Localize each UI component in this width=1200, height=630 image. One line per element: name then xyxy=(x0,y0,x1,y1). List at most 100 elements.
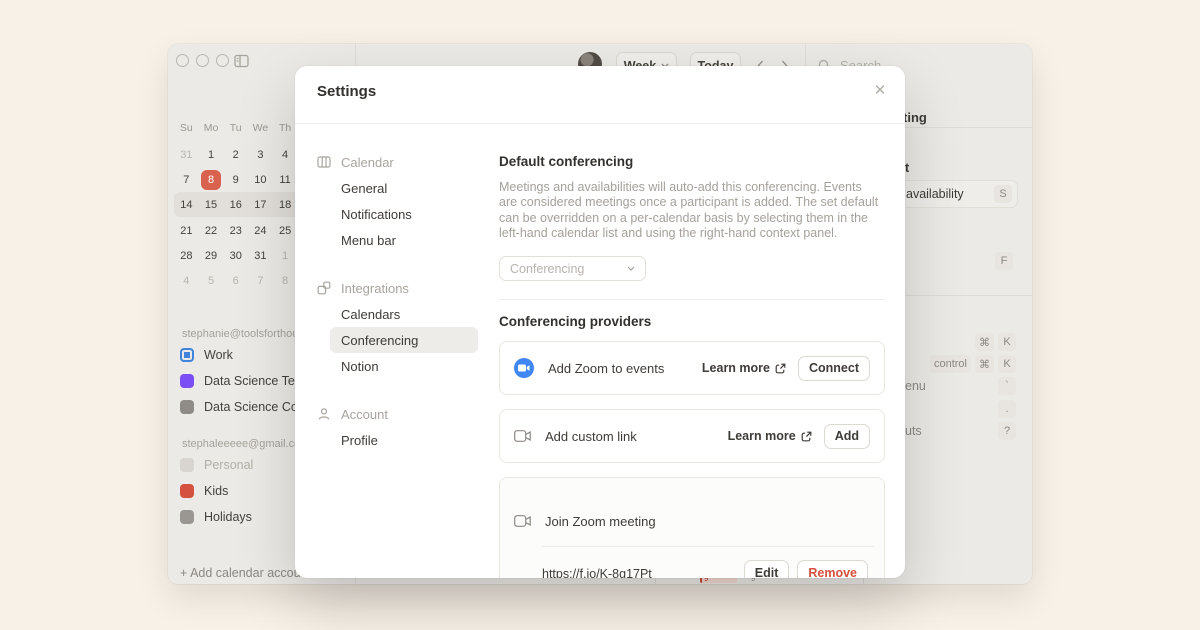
calendar-color-swatch xyxy=(180,510,194,524)
window-minimize-button[interactable] xyxy=(196,54,209,67)
learn-more-link[interactable]: Learn more xyxy=(702,361,786,375)
mini-calendar-day-header: We xyxy=(248,114,273,142)
card-divider xyxy=(542,546,874,547)
mini-calendar-date[interactable]: 3 xyxy=(248,142,273,167)
add-calendar-account-button[interactable]: + Add calendar account xyxy=(180,560,311,586)
camera-icon xyxy=(514,430,531,442)
settings-section-label: Calendar xyxy=(341,155,394,170)
settings-nav-conferencing[interactable]: Conferencing xyxy=(330,327,478,353)
mini-calendar-date[interactable]: 2 xyxy=(223,142,248,167)
mini-calendar-date[interactable]: 28 xyxy=(174,243,199,268)
settings-nav-notion[interactable]: Notion xyxy=(330,353,478,379)
custom-link-label: Join Zoom meeting xyxy=(545,514,656,529)
sidebar-toggle-icon[interactable] xyxy=(234,54,249,73)
external-link-icon xyxy=(775,363,786,374)
window-close-button[interactable] xyxy=(176,54,189,67)
calendar-name: Data Science Core xyxy=(204,400,309,414)
mini-calendar-date[interactable]: 29 xyxy=(199,243,224,268)
learn-more-label: Learn more xyxy=(702,361,770,375)
mini-calendar-date[interactable]: 22 xyxy=(199,218,224,243)
calendar-color-swatch xyxy=(180,400,194,414)
edit-button[interactable]: Edit xyxy=(744,560,790,578)
mini-calendar-date[interactable]: 23 xyxy=(223,218,248,243)
mini-calendar-date[interactable]: 5 xyxy=(199,268,224,293)
mini-calendar-date[interactable]: 4 xyxy=(174,268,199,293)
provider-label: Add Zoom to events xyxy=(548,361,664,376)
remove-button[interactable]: Remove xyxy=(797,560,868,578)
calendar-icon xyxy=(317,155,331,169)
key-badge: control xyxy=(930,355,971,373)
mini-calendar-date[interactable]: 15 xyxy=(199,193,224,218)
calendar-color-swatch xyxy=(180,484,194,498)
mini-calendar-day-header: Su xyxy=(174,114,199,142)
default-conferencing-description: Meetings and availabilities will auto-ad… xyxy=(499,180,881,241)
settings-nav-menu-bar[interactable]: Menu bar xyxy=(330,227,478,253)
mini-calendar-date[interactable]: 25 xyxy=(273,218,298,243)
mini-calendar-date[interactable]: 17 xyxy=(248,193,273,218)
mini-calendar-date[interactable]: 31 xyxy=(174,142,199,167)
conferencing-dropdown-placeholder: Conferencing xyxy=(510,262,627,276)
settings-nav-general[interactable]: General xyxy=(330,175,478,201)
mini-calendar-date[interactable]: 9 xyxy=(223,167,248,192)
f-key-badge: F xyxy=(995,252,1013,270)
learn-more-label: Learn more xyxy=(728,429,796,443)
conferencing-dropdown[interactable]: Conferencing xyxy=(499,256,646,281)
mini-calendar-date[interactable]: 11 xyxy=(273,167,298,192)
mini-calendar-grid: SuMoTuWeTh311234789101114151617182122232… xyxy=(174,114,298,294)
right-panel-heading-fragment: ting xyxy=(903,110,927,125)
settings-section-account: Account xyxy=(317,401,478,427)
key-badge: . xyxy=(998,400,1016,418)
close-icon[interactable]: ✕ xyxy=(870,80,890,100)
settings-nav-notifications[interactable]: Notifications xyxy=(330,201,478,227)
mini-calendar-day-header: Mo xyxy=(199,114,224,142)
learn-more-link[interactable]: Learn more xyxy=(728,429,812,443)
key-badge: ⌘ xyxy=(975,333,994,351)
mini-calendar-date[interactable]: 1 xyxy=(199,142,224,167)
provider-card-zoom: Add Zoom to events Learn more Connect xyxy=(499,341,885,395)
mini-calendar-date[interactable]: 18 xyxy=(273,193,298,218)
custom-link-card: Join Zoom meeting https://f.io/K-8g17Pt … xyxy=(499,477,885,578)
mini-calendar-date[interactable]: 4 xyxy=(273,142,298,167)
mini-calendar-date[interactable]: 14 xyxy=(174,193,199,218)
settings-section-label: Integrations xyxy=(341,281,409,296)
mini-calendar-date[interactable]: 6 xyxy=(223,268,248,293)
key-badge: K xyxy=(998,333,1016,351)
calendar-name: Personal xyxy=(204,458,253,472)
mini-calendar-date[interactable]: 1 xyxy=(273,243,298,268)
settings-section-integrations: Integrations xyxy=(317,275,478,301)
mini-calendar-date[interactable]: 7 xyxy=(248,268,273,293)
integrations-icon xyxy=(317,281,331,295)
calendar-color-swatch xyxy=(180,458,194,472)
custom-link-url[interactable]: https://f.io/K-8g17Pt xyxy=(542,567,652,578)
connect-button[interactable]: Connect xyxy=(798,356,870,381)
mini-calendar-date[interactable]: 31 xyxy=(248,243,273,268)
modal-header-divider xyxy=(295,123,905,124)
mini-calendar-date[interactable]: 30 xyxy=(223,243,248,268)
section-title-default-conferencing: Default conferencing xyxy=(499,154,633,169)
add-calendar-account-label: + Add calendar account xyxy=(180,566,311,580)
mini-calendar-day-header: Th xyxy=(273,114,298,142)
camera-icon xyxy=(514,515,531,527)
mini-calendar-day-header: Tu xyxy=(223,114,248,142)
window-zoom-button[interactable] xyxy=(216,54,229,67)
key-badge: ` xyxy=(998,377,1016,395)
mini-calendar-date[interactable]: 10 xyxy=(248,167,273,192)
mini-calendar-date[interactable]: 7 xyxy=(174,167,199,192)
add-button[interactable]: Add xyxy=(824,424,870,449)
mini-calendar-date[interactable]: 21 xyxy=(174,218,199,243)
mini-calendar-date[interactable]: 8 xyxy=(273,268,298,293)
calendar-name: Kids xyxy=(204,484,228,498)
key-badge: ⌘ xyxy=(975,355,994,373)
desktop-background: Week Today Search SuMoTuWeTh311234789101… xyxy=(0,0,1200,630)
settings-nav-profile[interactable]: Profile xyxy=(330,427,478,453)
chevron-down-icon xyxy=(627,266,635,271)
mini-calendar-selected-date[interactable]: 8 xyxy=(199,167,224,192)
mini-calendar-date[interactable]: 24 xyxy=(248,218,273,243)
key-badge: ? xyxy=(998,422,1016,440)
calendar-color-swatch xyxy=(180,374,194,388)
settings-nav-calendars[interactable]: Calendars xyxy=(330,301,478,327)
settings-section-calendar: Calendar xyxy=(317,149,478,175)
mini-calendar-date[interactable]: 16 xyxy=(223,193,248,218)
section-title-providers: Conferencing providers xyxy=(499,314,651,329)
settings-nav: Calendar GeneralNotificationsMenu bar Inte… xyxy=(317,149,478,453)
